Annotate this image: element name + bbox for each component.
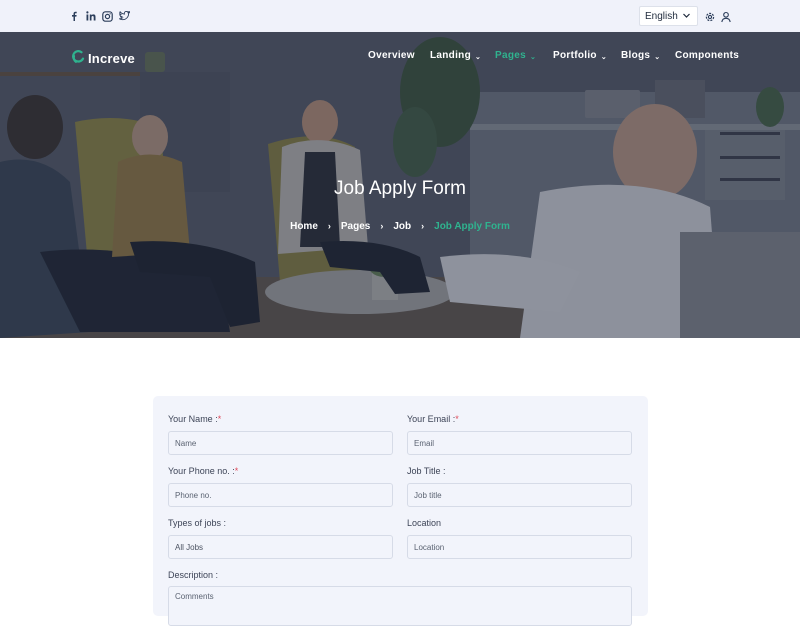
chevron-down-icon: ⌄ [529, 53, 537, 61]
name-label: Your Name :* [168, 414, 221, 424]
required-marker: * [455, 414, 459, 424]
description-label-text: Description : [168, 570, 219, 580]
language-select[interactable]: English [639, 6, 698, 26]
facebook-icon[interactable] [68, 9, 79, 23]
chevron-down-icon [682, 11, 691, 23]
job-title-label: Job Title : [407, 466, 446, 476]
page-title: Job Apply Form [334, 178, 466, 199]
nav-components[interactable]: Components [675, 50, 739, 61]
nav-label: Components [675, 50, 740, 61]
name-field[interactable]: Name [168, 431, 393, 455]
top-bar: English [0, 0, 800, 32]
job-apply-form: Your Name :* Name Your Email :* Email Yo… [153, 396, 648, 626]
chevron-down-icon: ⌄ [654, 53, 661, 61]
twitter-icon[interactable] [119, 9, 130, 23]
job-title-placeholder: Job title [414, 490, 442, 500]
breadcrumb-job[interactable]: Job [393, 221, 411, 232]
job-type-select[interactable]: All Jobs [168, 535, 393, 559]
required-marker: * [217, 414, 222, 424]
description-textarea[interactable]: Comments [168, 586, 632, 626]
job-type-value: All Jobs [175, 542, 204, 552]
logo-mark-icon [72, 50, 85, 67]
instagram-icon[interactable] [102, 9, 113, 23]
nav-landing[interactable]: Landing ⌄ [430, 50, 481, 61]
brand-name: Increve [88, 51, 135, 66]
breadcrumb-pages[interactable]: Pages [341, 221, 370, 232]
required-marker: * [234, 466, 239, 476]
chevron-right-icon: › [380, 221, 384, 231]
nav-label: Portfolio [553, 50, 597, 61]
phone-field[interactable]: Phone no. [168, 483, 393, 507]
breadcrumb: Home › Pages › Job › Job Apply Form [0, 221, 800, 232]
job-title-field[interactable]: Job title [407, 483, 632, 507]
email-label: Your Email :* [407, 414, 459, 424]
chevron-right-icon: › [327, 221, 331, 231]
chevron-down-icon: ⌄ [600, 53, 607, 61]
brand-logo[interactable]: Increve [72, 50, 135, 67]
phone-label: Your Phone no. :* [168, 466, 238, 476]
social-links [68, 9, 130, 23]
linkedin-icon[interactable] [85, 9, 96, 23]
breadcrumb-current: Job Apply Form [434, 221, 510, 232]
description-label: Description : [168, 570, 218, 580]
phone-placeholder: Phone no. [175, 490, 212, 500]
nav-blogs[interactable]: Blogs ⌄ [621, 50, 660, 61]
email-field[interactable]: Email [407, 431, 632, 455]
location-label-text: Location [407, 518, 442, 528]
location-placeholder: Location [414, 542, 445, 552]
nav-label: Blogs [621, 50, 651, 61]
job-type-label: Types of jobs : [168, 518, 226, 528]
nav-overview[interactable]: Overview [368, 50, 415, 61]
location-label: Location [407, 518, 441, 528]
phone-label-text: Your Phone no. : [168, 466, 235, 476]
job-title-label-text: Job Title : [407, 466, 446, 476]
email-label-text: Your Email : [407, 414, 456, 424]
name-label-text: Your Name : [168, 414, 218, 424]
job-type-label-text: Types of jobs : [168, 518, 227, 528]
nav-pages[interactable]: Pages ⌄ [495, 50, 536, 61]
location-field[interactable]: Location [407, 535, 632, 559]
chevron-down-icon: ⌄ [474, 53, 482, 61]
user-icon[interactable] [720, 10, 732, 23]
nav-label: Landing [430, 50, 471, 61]
nav-label: Overview [368, 50, 415, 61]
email-placeholder: Email [414, 438, 435, 448]
name-placeholder: Name [175, 438, 197, 448]
nav-portfolio[interactable]: Portfolio ⌄ [553, 50, 607, 61]
language-value: English [645, 10, 678, 22]
chevron-right-icon: › [421, 221, 425, 231]
settings-icon[interactable] [704, 10, 716, 22]
nav-label: Pages [495, 50, 526, 61]
breadcrumb-home[interactable]: Home [290, 221, 318, 232]
